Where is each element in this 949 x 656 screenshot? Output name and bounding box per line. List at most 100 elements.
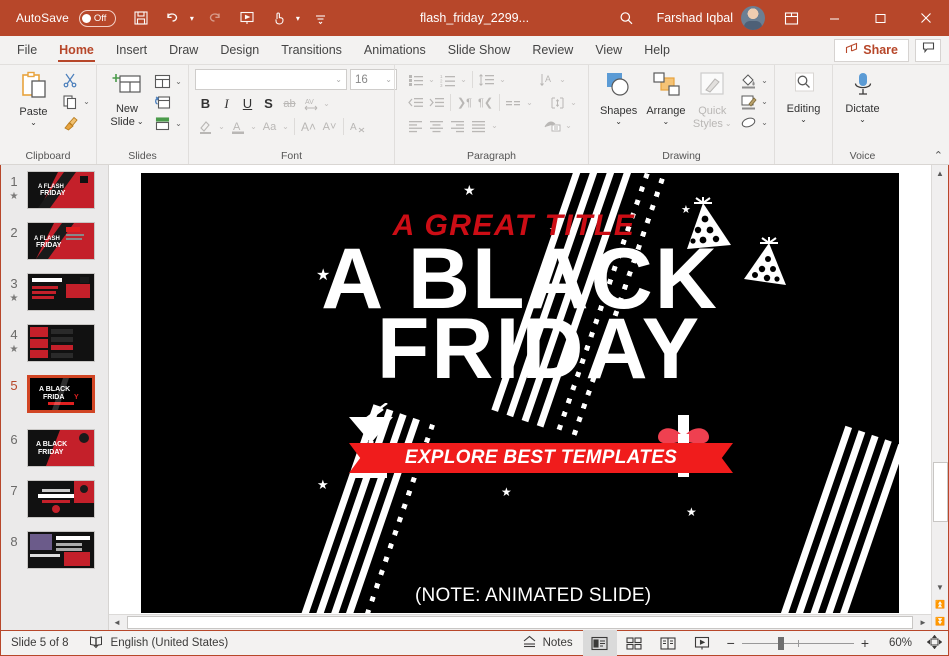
justify-button[interactable] <box>468 115 489 136</box>
format-painter-button[interactable] <box>59 113 81 134</box>
vertical-scroll-track[interactable] <box>932 182 949 579</box>
search-icon[interactable] <box>605 0 649 36</box>
shape-effects-dropdown-icon[interactable]: ⌄ <box>759 112 770 133</box>
thumbnail-image-8[interactable] <box>27 531 95 569</box>
avatar[interactable] <box>741 6 765 30</box>
zoom-slider-handle[interactable] <box>778 637 784 650</box>
thumbnail-image-1[interactable]: A FLASHFRIDAY <box>27 171 95 209</box>
next-slide-icon[interactable]: ⏬ <box>932 613 949 630</box>
vertical-scroll-thumb[interactable] <box>933 462 948 522</box>
tab-slide-show[interactable]: Slide Show <box>437 36 522 64</box>
numbering-dropdown-icon[interactable]: ⌄ <box>458 69 469 90</box>
align-text-button[interactable] <box>547 92 568 113</box>
horizontal-scroll-track[interactable] <box>125 615 915 631</box>
thumbnail-item-2[interactable]: 2 A FLASHFRIDAY <box>1 222 108 273</box>
font-color-button[interactable]: A <box>227 116 248 137</box>
change-case-dropdown-icon[interactable]: ⌄ <box>280 116 291 137</box>
thumbnail-image-6[interactable]: A BLACKFRIDAY <box>27 429 95 467</box>
columns-button[interactable] <box>503 92 524 113</box>
scroll-right-icon[interactable]: ► <box>915 615 931 631</box>
paste-dropdown-icon[interactable]: ⌄ <box>30 119 37 127</box>
text-shadow-button[interactable]: S <box>258 93 279 114</box>
font-color-dropdown-icon[interactable]: ⌄ <box>248 116 259 137</box>
arrange-dropdown-icon[interactable]: ⌄ <box>663 118 670 126</box>
zoom-percent[interactable]: 60% <box>876 637 912 649</box>
line-spacing-dropdown-icon[interactable]: ⌄ <box>497 69 508 90</box>
clear-formatting-button[interactable]: A <box>347 116 368 137</box>
text-direction-dropdown-icon[interactable]: ⌄ <box>557 69 568 90</box>
font-name-input[interactable]: ⌄ <box>195 69 347 90</box>
tab-help[interactable]: Help <box>633 36 681 64</box>
zoom-control[interactable]: − + 60% <box>719 635 920 651</box>
comment-button[interactable] <box>915 39 941 62</box>
thumbnail-item-3[interactable]: 3 ★ <box>1 273 108 324</box>
line-spacing-button[interactable] <box>476 69 497 90</box>
customize-quick-access-icon[interactable] <box>306 3 336 33</box>
left-to-right-button[interactable]: ❯¶ <box>454 92 475 113</box>
vertical-scrollbar[interactable]: ▲ ▼ ⏫ ⏬ <box>931 165 948 630</box>
accessibility-checker[interactable]: English (United States) <box>79 630 239 656</box>
collapse-ribbon-icon[interactable]: ⌃ <box>934 149 943 162</box>
tab-file[interactable]: File <box>6 36 48 64</box>
italic-button[interactable]: I <box>216 93 237 114</box>
thumbnail-image-3[interactable] <box>27 273 95 311</box>
previous-slide-icon[interactable]: ⏫ <box>932 596 949 613</box>
thumbnail-image-4[interactable] <box>27 324 95 362</box>
dictate-button[interactable]: Dictate ⌄ <box>839 69 887 124</box>
thumbnail-image-2[interactable]: A FLASHFRIDAY <box>27 222 95 260</box>
redo-icon[interactable] <box>200 3 230 33</box>
thumbnail-image-5[interactable]: A BLACKFRIDAY <box>27 375 95 413</box>
notes-button[interactable]: Notes <box>512 630 583 656</box>
slide-canvas[interactable]: ★ ★ ★ ★ ★ ★ ★ <box>141 173 899 613</box>
increase-indent-button[interactable] <box>426 92 447 113</box>
undo-icon[interactable] <box>158 3 188 33</box>
bullets-dropdown-icon[interactable]: ⌄ <box>426 69 437 90</box>
copy-button[interactable] <box>59 91 81 112</box>
shapes-dropdown-icon[interactable]: ⌄ <box>615 118 622 126</box>
new-slide-button[interactable]: New Slide ⌄ <box>103 69 151 128</box>
tab-review[interactable]: Review <box>521 36 584 64</box>
editing-button[interactable]: Editing ⌄ <box>780 69 828 124</box>
bullets-button[interactable] <box>405 69 426 90</box>
scroll-left-icon[interactable]: ◄ <box>109 615 125 631</box>
arrange-button[interactable]: Arrange ⌄ <box>644 69 687 126</box>
share-button[interactable]: Share <box>834 39 909 62</box>
text-highlight-button[interactable] <box>195 116 216 137</box>
save-icon[interactable] <box>126 3 156 33</box>
tab-transitions[interactable]: Transitions <box>270 36 353 64</box>
tab-draw[interactable]: Draw <box>158 36 209 64</box>
touch-mode-icon[interactable] <box>264 3 294 33</box>
character-spacing-button[interactable]: AV <box>300 93 321 114</box>
decrease-font-size-button[interactable]: A˅ <box>319 116 340 137</box>
slide-banner[interactable]: EXPLORE BEST TEMPLATES <box>377 443 705 473</box>
increase-font-size-button[interactable]: A˄ <box>298 116 319 137</box>
strikethrough-button[interactable]: ab <box>279 93 300 114</box>
underline-button[interactable]: U <box>237 93 258 114</box>
maximize-button[interactable] <box>857 0 903 36</box>
thumbnail-item-6[interactable]: 6 A BLACKFRIDAY <box>1 429 108 480</box>
align-text-dropdown-icon[interactable]: ⌄ <box>568 92 579 113</box>
bold-button[interactable]: B <box>195 93 216 114</box>
ribbon-display-options-icon[interactable] <box>771 0 811 36</box>
convert-to-smartart-button[interactable] <box>542 115 563 136</box>
layout-button[interactable] <box>151 71 173 92</box>
shape-effects-button[interactable] <box>737 112 759 133</box>
text-highlight-dropdown-icon[interactable]: ⌄ <box>216 116 227 137</box>
section-button[interactable] <box>151 113 173 134</box>
horizontal-scroll-thumb[interactable] <box>127 616 913 629</box>
scroll-down-icon[interactable]: ▼ <box>932 579 949 596</box>
start-presentation-icon[interactable] <box>232 3 262 33</box>
slide-show-button[interactable] <box>685 630 719 656</box>
new-slide-dropdown-icon[interactable]: ⌄ <box>137 118 144 126</box>
dictate-dropdown-icon[interactable]: ⌄ <box>859 116 866 124</box>
font-name-dropdown-icon[interactable]: ⌄ <box>335 75 342 84</box>
font-size-dropdown-icon[interactable]: ⌄ <box>385 75 392 84</box>
scroll-up-icon[interactable]: ▲ <box>932 165 949 182</box>
columns-dropdown-icon[interactable]: ⌄ <box>524 92 535 113</box>
change-case-button[interactable]: Aa <box>259 116 280 137</box>
tab-design[interactable]: Design <box>209 36 270 64</box>
slide-thumbnail-pane[interactable]: 1 ★ A FLASHFRIDAY 2 A FLASHFRIDAY 3 ★ <box>1 165 109 630</box>
shapes-button[interactable]: Shapes ⌄ <box>597 69 640 126</box>
thumbnail-item-5[interactable]: 5 A BLACKFRIDAY <box>1 375 108 429</box>
zoom-slider[interactable] <box>742 643 854 644</box>
